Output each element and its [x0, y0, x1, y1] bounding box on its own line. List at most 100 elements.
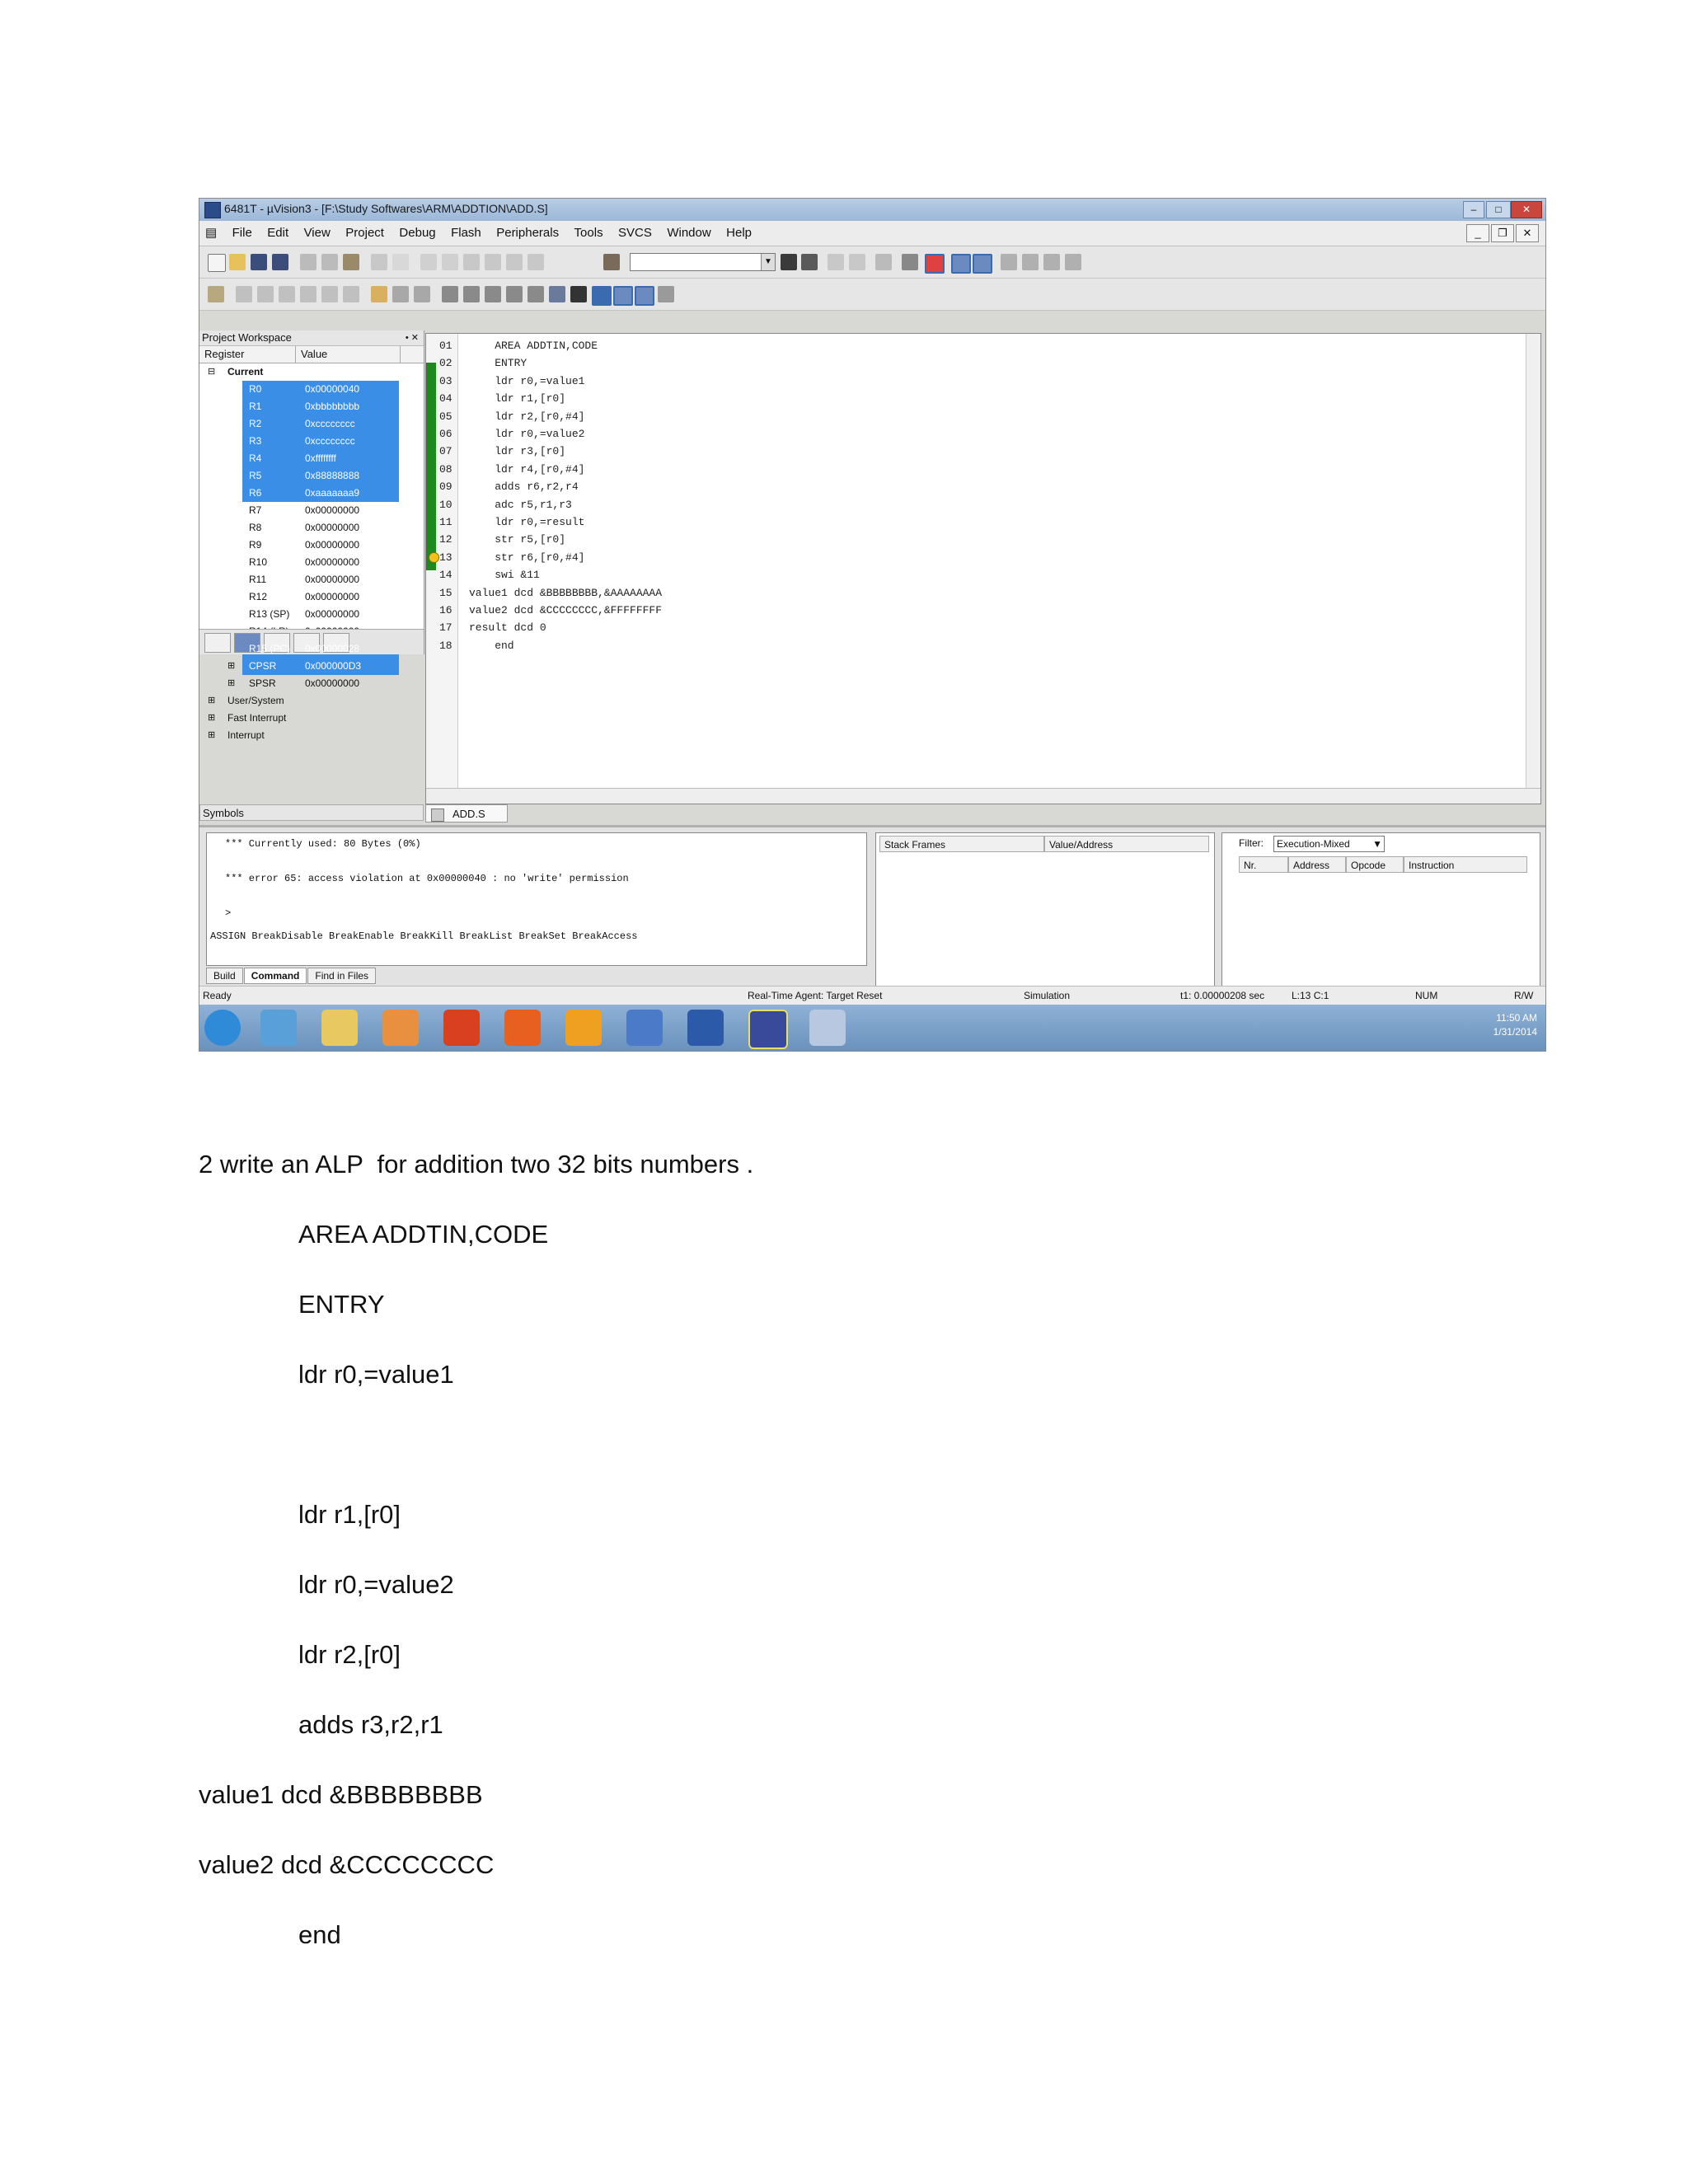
reset-icon[interactable] [208, 286, 224, 302]
code-text[interactable]: adds r6,r2,r4 [469, 478, 578, 495]
options-icon[interactable] [1022, 254, 1039, 270]
step-into-icon[interactable] [279, 286, 295, 302]
register-row[interactable]: ⊞ CPSR 0x000000D3 [199, 658, 424, 675]
register-row[interactable]: R5 0x88888888 [199, 467, 424, 485]
code-text[interactable]: ldr r4,[r0,#4] [469, 461, 584, 478]
register-value[interactable]: 0x00000000 [305, 588, 359, 606]
call-stack-window[interactable]: Stack Frames Value/Address [875, 832, 1215, 987]
explorer-icon[interactable] [321, 1010, 358, 1046]
disassembly-icon[interactable] [392, 286, 409, 302]
nav-back-icon[interactable] [828, 254, 844, 270]
firefox-icon[interactable] [504, 1010, 541, 1046]
register-column-header[interactable]: Register [199, 346, 296, 363]
menu-debug[interactable]: Debug [393, 222, 441, 240]
nav-forward-icon[interactable] [849, 254, 865, 270]
bookmark-prev-icon[interactable] [506, 254, 523, 270]
nr-header[interactable]: Nr. [1239, 856, 1288, 873]
toggle-icon[interactable] [603, 254, 620, 270]
step-out-icon[interactable] [321, 286, 338, 302]
editor-horizontal-scrollbar[interactable] [426, 788, 1540, 804]
register-row[interactable]: R11 0x00000000 [199, 571, 424, 588]
code-text[interactable]: adc r5,r1,r3 [469, 496, 572, 513]
register-value[interactable]: 0x00000028 [305, 640, 359, 658]
bookmark-next-icon[interactable] [485, 254, 501, 270]
tools-icon[interactable] [1043, 254, 1060, 270]
expand-icon[interactable]: ⊞ [208, 710, 215, 727]
code-text[interactable]: str r5,[r0] [469, 531, 565, 548]
register-row[interactable]: R13 (SP) 0x00000000 [199, 606, 424, 623]
chevron-down-icon[interactable]: ▼ [1372, 837, 1382, 851]
minimize-button[interactable]: – [1463, 201, 1484, 218]
register-value[interactable]: 0xffffffff [305, 450, 336, 467]
view-memory-icon[interactable] [973, 254, 992, 274]
tab-find-in-files[interactable]: Find in Files [307, 968, 377, 984]
trace-window-icon[interactable] [613, 286, 633, 306]
save-icon[interactable] [251, 254, 267, 270]
instruction-header[interactable]: Instruction [1404, 856, 1527, 873]
bookmark-icon[interactable] [463, 254, 480, 270]
mode-group-row[interactable]: ⊞ User/System [199, 692, 424, 710]
stack-frames-header[interactable]: Stack Frames [879, 836, 1044, 852]
code-text[interactable]: ldr r1,[r0] [469, 390, 565, 407]
code-text[interactable]: value1 dcd &BBBBBBBB,&AAAAAAAA [469, 584, 662, 602]
stop-icon[interactable] [257, 286, 274, 302]
run-to-cursor-icon[interactable] [343, 286, 359, 302]
code-text[interactable]: ldr r0,=result [469, 513, 584, 531]
register-row[interactable]: R0 0x00000040 [199, 381, 424, 398]
register-value[interactable]: 0x00000000 [305, 519, 359, 537]
trace-window[interactable]: Filter: Execution-Mixed ▼ Nr. Address Opc… [1221, 832, 1540, 987]
register-value[interactable]: 0x00000000 [305, 571, 359, 588]
serial-icon[interactable] [485, 286, 501, 302]
register-value[interactable]: 0x00000000 [305, 554, 359, 571]
performance-icon[interactable] [528, 286, 544, 302]
register-tree[interactable]: ⊟ Current R0 0x00000040 R1 0xbbbbbbbb R2 0xcc… [199, 363, 424, 744]
step-over-icon[interactable] [300, 286, 316, 302]
paste-icon[interactable] [343, 254, 359, 270]
debug-session-icon[interactable] [925, 254, 945, 274]
output-window[interactable]: *** Currently used: 80 Bytes (0%) *** er… [206, 832, 867, 966]
run-icon[interactable] [236, 286, 252, 302]
register-value[interactable]: 0x00000000 [305, 675, 359, 692]
save-all-icon[interactable] [272, 254, 288, 270]
open-folder-icon[interactable] [229, 254, 246, 270]
expand-icon[interactable]: ⊞ [208, 727, 215, 744]
tab-build[interactable]: Build [206, 968, 243, 984]
pointer-icon[interactable] [658, 286, 674, 302]
register-row[interactable]: R7 0x00000000 [199, 502, 424, 519]
menu-tools[interactable]: Tools [569, 222, 609, 240]
register-value[interactable]: 0x00000000 [305, 537, 359, 554]
menu-peripherals[interactable]: Peripherals [490, 222, 565, 240]
code-text[interactable]: AREA ADDTIN,CODE [469, 337, 598, 354]
register-group[interactable]: ⊟ Current [199, 363, 424, 381]
register-row[interactable]: R3 0xcccccccc [199, 433, 424, 450]
register-row[interactable]: R6 0xaaaaaaa9 [199, 485, 424, 502]
register-row[interactable]: R12 0x00000000 [199, 588, 424, 606]
uvision-icon[interactable] [748, 1010, 788, 1049]
mode-group-row[interactable]: ⊞ Fast Interrupt [199, 710, 424, 727]
orange-app-icon[interactable] [565, 1010, 602, 1046]
value-address-header[interactable]: Value/Address [1044, 836, 1209, 852]
redo-icon[interactable] [392, 254, 409, 270]
print-icon[interactable] [902, 254, 918, 270]
new-file-icon[interactable] [208, 254, 226, 272]
file-icon[interactable] [809, 1010, 846, 1046]
find-in-files-icon[interactable] [528, 254, 544, 270]
media-player-icon[interactable] [382, 1010, 419, 1046]
find-next-icon[interactable] [801, 254, 818, 270]
menu-project[interactable]: Project [340, 222, 390, 240]
notepad-icon[interactable] [626, 1010, 663, 1046]
code-text[interactable]: ldr r0,=value2 [469, 425, 584, 443]
register-row[interactable]: R9 0x00000000 [199, 537, 424, 554]
code-text[interactable]: result dcd 0 [469, 619, 546, 636]
filter-select[interactable]: Execution-Mixed ▼ [1273, 836, 1385, 852]
code-text[interactable]: ENTRY [469, 354, 527, 372]
code-text[interactable]: end [469, 637, 513, 654]
menu-file[interactable]: File [227, 222, 258, 240]
binoculars-icon[interactable] [781, 254, 797, 270]
workspace-toggle-icon[interactable] [875, 254, 892, 270]
menu-window[interactable]: Window [661, 222, 716, 240]
grid-icon[interactable] [1065, 254, 1081, 270]
registers-window-icon[interactable] [570, 286, 587, 302]
pin-icon[interactable]: • ✕ [406, 330, 419, 345]
register-row[interactable]: R10 0x00000000 [199, 554, 424, 571]
